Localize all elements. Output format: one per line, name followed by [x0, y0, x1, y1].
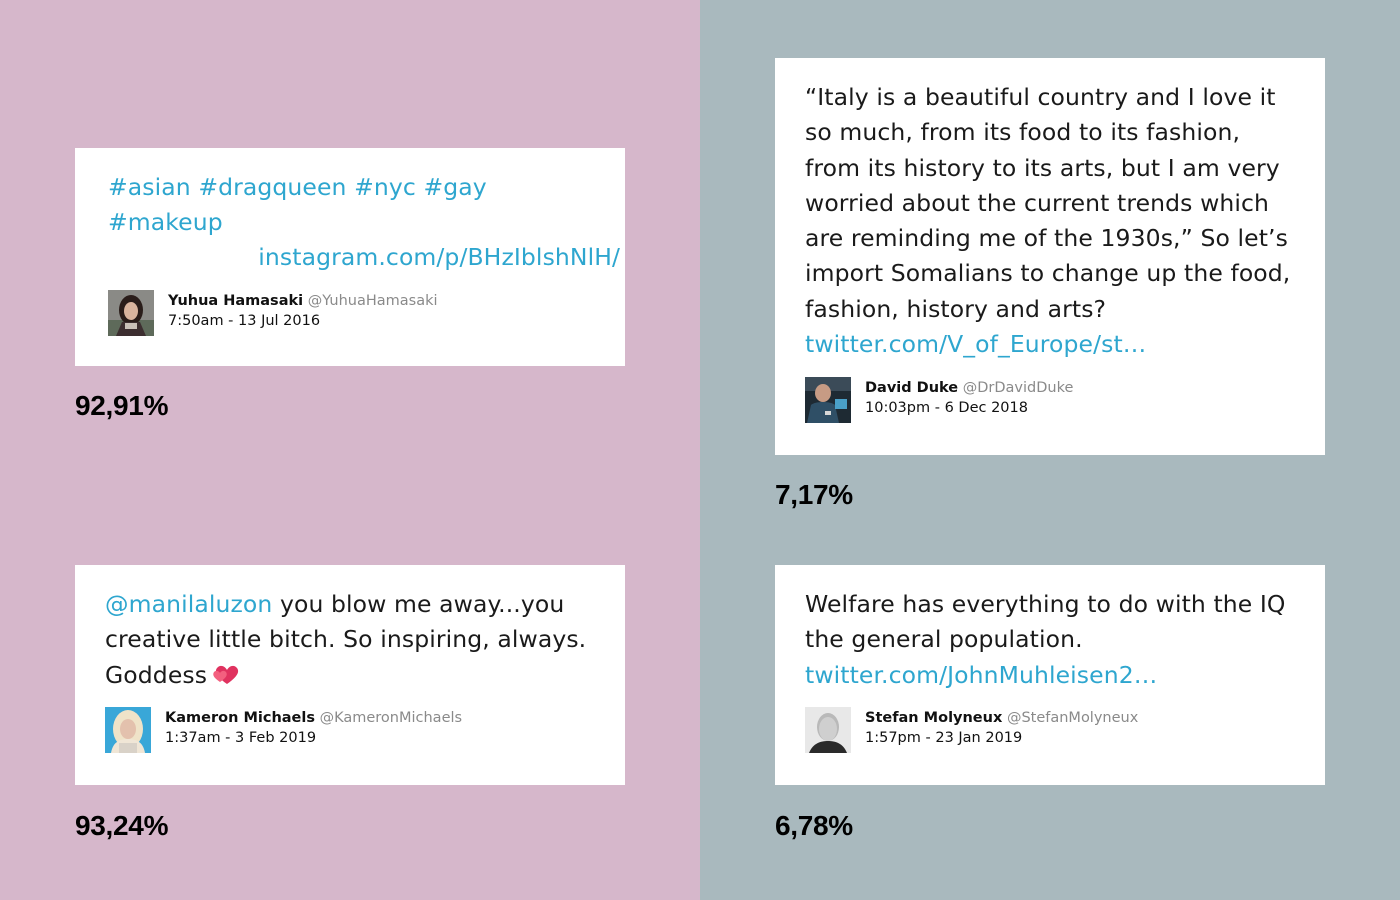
tweet-date[interactable]: 10:03pm - 6 Dec 2018	[865, 398, 1073, 418]
right-panel: “Italy is a beautiful country and I love…	[700, 0, 1400, 900]
hashtags-link[interactable]: #asian #dragqueen #nyc #gay #makeup	[108, 173, 487, 236]
author-name[interactable]: Yuhua Hamasaki	[168, 293, 303, 309]
author-name[interactable]: Stefan Molyneux	[865, 710, 1002, 726]
tweet-meta: Stefan Molyneux @StefanMolyneux 1:57pm -…	[805, 707, 1138, 753]
tweet-body: Welfare has everything to do with the IQ…	[805, 590, 1286, 654]
tweet-text: “Italy is a beautiful country and I love…	[805, 80, 1300, 362]
tweet-body: “Italy is a beautiful country and I love…	[805, 83, 1291, 323]
tweet-link-row: instagram.com/p/BHzIblshNlH/	[108, 240, 620, 275]
author-handle[interactable]: @YuhuaHamasaki	[308, 293, 438, 309]
tweet-text: @manilaluzon you blow me away...you crea…	[105, 587, 605, 696]
tweet-text: #asian #dragqueen #nyc #gay #makeup	[108, 170, 588, 241]
author-handle[interactable]: @StefanMolyneux	[1007, 710, 1138, 726]
tweet-link[interactable]: twitter.com/JohnMuhleisen2…	[805, 661, 1157, 689]
author-name[interactable]: David Duke	[865, 380, 958, 396]
tweet-link[interactable]: twitter.com/V_of_Europe/st…	[805, 330, 1146, 358]
blonde-drag-queen-avatar[interactable]	[105, 707, 151, 753]
instagram-link[interactable]: instagram.com/p/BHzIblshNlH/	[258, 243, 620, 271]
tweet-card-david[interactable]: “Italy is a beautiful country and I love…	[775, 58, 1325, 455]
tweet-card-yuhua[interactable]: #asian #dragqueen #nyc #gay #makeup inst…	[75, 148, 625, 366]
tweet-date[interactable]: 1:57pm - 23 Jan 2019	[865, 728, 1138, 748]
tweet-text: Welfare has everything to do with the IQ…	[805, 587, 1300, 693]
percentage-value: 6,78%	[775, 810, 853, 841]
tweet-date[interactable]: 7:50am - 13 Jul 2016	[168, 311, 438, 331]
author-handle[interactable]: @DrDavidDuke	[963, 380, 1074, 396]
bald-man-portrait-avatar[interactable]	[805, 707, 851, 753]
percentage-value: 93,24%	[75, 810, 169, 841]
author-handle[interactable]: @KameronMichaels	[320, 710, 462, 726]
mention-link[interactable]: @manilaluzon	[105, 590, 272, 618]
tweet-meta: David Duke @DrDavidDuke 10:03pm - 6 Dec …	[805, 377, 1073, 423]
percentage-value: 92,91%	[75, 390, 169, 421]
left-panel: #asian #dragqueen #nyc #gay #makeup inst…	[0, 0, 700, 900]
two-hearts-icon	[211, 661, 239, 696]
tweet-meta: Kameron Michaels @KameronMichaels 1:37am…	[105, 707, 462, 753]
drag-queen-portrait-avatar[interactable]	[108, 290, 154, 336]
tweet-date[interactable]: 1:37am - 3 Feb 2019	[165, 728, 462, 748]
author-name[interactable]: Kameron Michaels	[165, 710, 315, 726]
tweet-card-kameron[interactable]: @manilaluzon you blow me away...you crea…	[75, 565, 625, 785]
tweet-meta: Yuhua Hamasaki @YuhuaHamasaki 7:50am - 1…	[108, 290, 438, 336]
man-speaking-avatar[interactable]	[805, 377, 851, 423]
percentage-value: 7,17%	[775, 479, 853, 510]
tweet-card-stefan[interactable]: Welfare has everything to do with the IQ…	[775, 565, 1325, 785]
